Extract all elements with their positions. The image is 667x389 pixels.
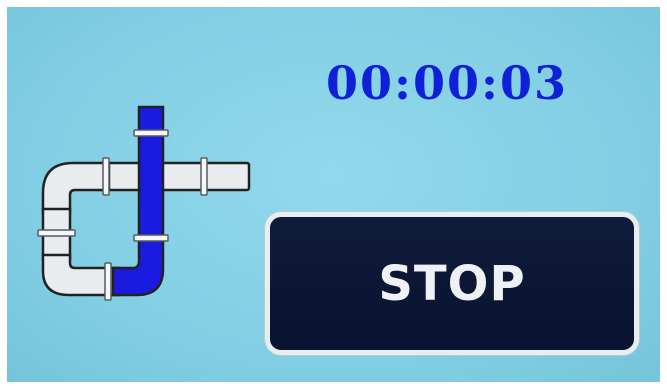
elapsed-timer: 00:00:03 [325,56,568,110]
pipe-flow-icon [37,105,251,301]
touch-screen: 00:00:03 STOP [0,0,667,389]
stop-button-label: STOP [378,255,526,312]
display-area: 00:00:03 STOP [7,7,660,382]
stop-button[interactable]: STOP [265,212,639,355]
